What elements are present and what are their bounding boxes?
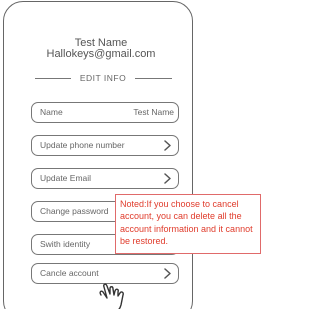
chevron-right-icon <box>164 173 171 184</box>
name-row[interactable]: Name Test Name <box>31 102 179 123</box>
update-email-row[interactable]: Update Email <box>31 168 179 189</box>
phone-frame: Test Name Hallokeys@gmail.com EDIT INFO … <box>3 1 193 309</box>
change-password-label: Change password <box>40 206 109 216</box>
section-divider-left <box>35 78 71 79</box>
profile-email: Hallokeys@gmail.com <box>46 48 156 60</box>
update-phone-row[interactable]: Update phone number <box>31 135 179 156</box>
update-email-label: Update Email <box>40 173 92 183</box>
name-value: Test Name <box>133 107 174 117</box>
chevron-right-icon <box>164 268 171 279</box>
cancel-account-note: Noted:If you choose to cancel account, y… <box>115 194 261 254</box>
cancel-account-label: Cancle account <box>40 268 99 278</box>
cancel-account-row[interactable]: Cancle account <box>31 263 179 284</box>
hand-pointer-icon <box>99 283 124 309</box>
section-title: EDIT INFO <box>79 73 127 83</box>
chevron-right-icon <box>164 140 171 151</box>
update-phone-label: Update phone number <box>40 140 125 150</box>
switch-identity-label: Swith identity <box>40 239 91 249</box>
name-label: Name <box>40 107 63 117</box>
section-divider-right <box>135 78 172 79</box>
